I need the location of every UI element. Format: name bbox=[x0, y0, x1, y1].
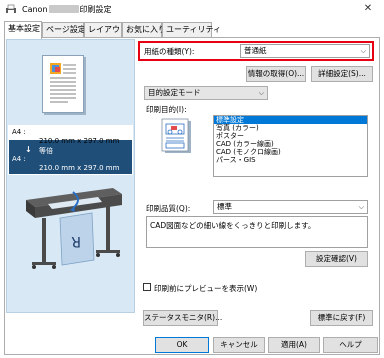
detailed-settings-button[interactable]: 詳細設定(S)... bbox=[311, 66, 373, 82]
list-item[interactable]: CAD (モノクロ線画) bbox=[214, 148, 367, 156]
window-title: Canon 印刷設定 bbox=[22, 4, 112, 15]
purpose-mode-select[interactable]: 目的設定モード ⌵ bbox=[144, 86, 268, 100]
status-monitor-button[interactable]: ステータスモニタ(R)... bbox=[143, 310, 222, 326]
button-label: 標準に戻す(F) bbox=[317, 313, 366, 322]
button-label: OK bbox=[176, 340, 188, 349]
preview-before-print-checkbox[interactable] bbox=[143, 283, 151, 291]
media-type-value: 普通紙 bbox=[244, 46, 267, 55]
button-label: ステータスモニタ(R)... bbox=[144, 313, 223, 322]
input-size-dims: 210.0 mm x 297.0 mm bbox=[39, 137, 120, 145]
tab-label: お気に入り bbox=[126, 25, 166, 34]
list-item[interactable]: パース・GIS bbox=[214, 156, 367, 164]
apply-button[interactable]: 適用(A) bbox=[268, 337, 320, 353]
tab-basic-settings[interactable]: 基本設定 bbox=[4, 21, 42, 39]
output-size-dims: 210.0 mm x 297.0 mm bbox=[39, 164, 120, 172]
list-item[interactable]: 写真 (カラー) bbox=[214, 124, 367, 132]
tab-layout[interactable]: レイアウト bbox=[84, 22, 128, 38]
media-type-select[interactable]: 普通紙 ⌵ bbox=[240, 44, 370, 58]
help-button[interactable]: ヘルプ bbox=[323, 337, 378, 353]
output-size-label: A4 : bbox=[12, 155, 26, 163]
printer-illustration: R bbox=[18, 180, 128, 275]
close-button[interactable]: ✕ bbox=[356, 2, 380, 16]
preview-before-print-label: 印刷前にプレビューを表示(W) bbox=[154, 284, 258, 293]
printer-icon bbox=[5, 4, 17, 14]
list-item[interactable]: ポスター bbox=[214, 132, 367, 140]
cancel-button[interactable]: キャンセル bbox=[213, 337, 265, 353]
chevron-down-icon: ⌵ bbox=[358, 203, 364, 211]
chevron-down-icon: ⌵ bbox=[258, 89, 264, 97]
print-quality-select[interactable]: 標準 ⌵ bbox=[213, 200, 368, 214]
tab-favorites[interactable]: お気に入り bbox=[122, 22, 166, 38]
tab-label: ユーティリティ bbox=[166, 25, 222, 34]
print-quality-label: 印刷品質(Q): bbox=[146, 204, 191, 213]
page-preview-thumbnail bbox=[42, 55, 84, 113]
tab-label: 基本設定 bbox=[8, 24, 40, 33]
confirm-settings-button[interactable]: 設定確認(V) bbox=[305, 251, 368, 267]
media-type-label: 用紙の種類(Y): bbox=[144, 47, 195, 56]
print-purpose-list[interactable]: 標準設定 写真 (カラー) ポスター CAD (カラー線画) CAD (モノクロ… bbox=[213, 115, 368, 177]
purpose-mode-value: 目的設定モード bbox=[148, 88, 201, 97]
paper-letter-glyph: R bbox=[71, 233, 81, 249]
ok-button[interactable]: OK bbox=[155, 337, 209, 353]
print-quality-value: 標準 bbox=[217, 202, 232, 211]
button-label: 適用(A) bbox=[281, 340, 307, 349]
quality-description: CAD図面などの細い線をくっきりと印刷します。 bbox=[146, 216, 368, 248]
title-bar: Canon 印刷設定 ✕ bbox=[0, 0, 384, 18]
tab-label: ページ設定 bbox=[46, 25, 86, 34]
restore-defaults-button[interactable]: 標準に戻す(F) bbox=[310, 310, 373, 326]
input-size-label: A4 : bbox=[12, 128, 26, 136]
chevron-down-icon: ⌵ bbox=[360, 47, 366, 55]
title-prefix: Canon bbox=[22, 5, 48, 14]
get-info-button[interactable]: 情報の取得(O)... bbox=[246, 66, 306, 82]
button-label: ヘルプ bbox=[339, 340, 362, 349]
arrow-down-icon: ↓ bbox=[25, 145, 32, 154]
scale-label: 等倍 bbox=[39, 147, 53, 155]
tab-page-setup[interactable]: ページ設定 bbox=[42, 22, 86, 38]
print-purpose-label: 印刷目的(I): bbox=[146, 105, 187, 114]
printer-name-redacted bbox=[48, 5, 79, 13]
list-item[interactable]: CAD (カラー線画) bbox=[214, 140, 367, 148]
button-label: 設定確認(V) bbox=[316, 254, 357, 263]
paper-size-info: A4 : 210.0 mm x 297.0 mm ↓ 等倍 A4 : 210.0… bbox=[8, 125, 133, 175]
list-item[interactable]: 標準設定 bbox=[214, 116, 367, 124]
close-icon: ✕ bbox=[363, 3, 373, 14]
button-label: 詳細設定(S)... bbox=[318, 69, 366, 78]
title-suffix: 印刷設定 bbox=[79, 5, 112, 14]
print-purpose-preview-icon bbox=[161, 118, 193, 154]
tab-utility[interactable]: ユーティリティ bbox=[162, 22, 221, 38]
button-label: キャンセル bbox=[220, 340, 258, 349]
button-label: 情報の取得(O)... bbox=[247, 69, 305, 78]
